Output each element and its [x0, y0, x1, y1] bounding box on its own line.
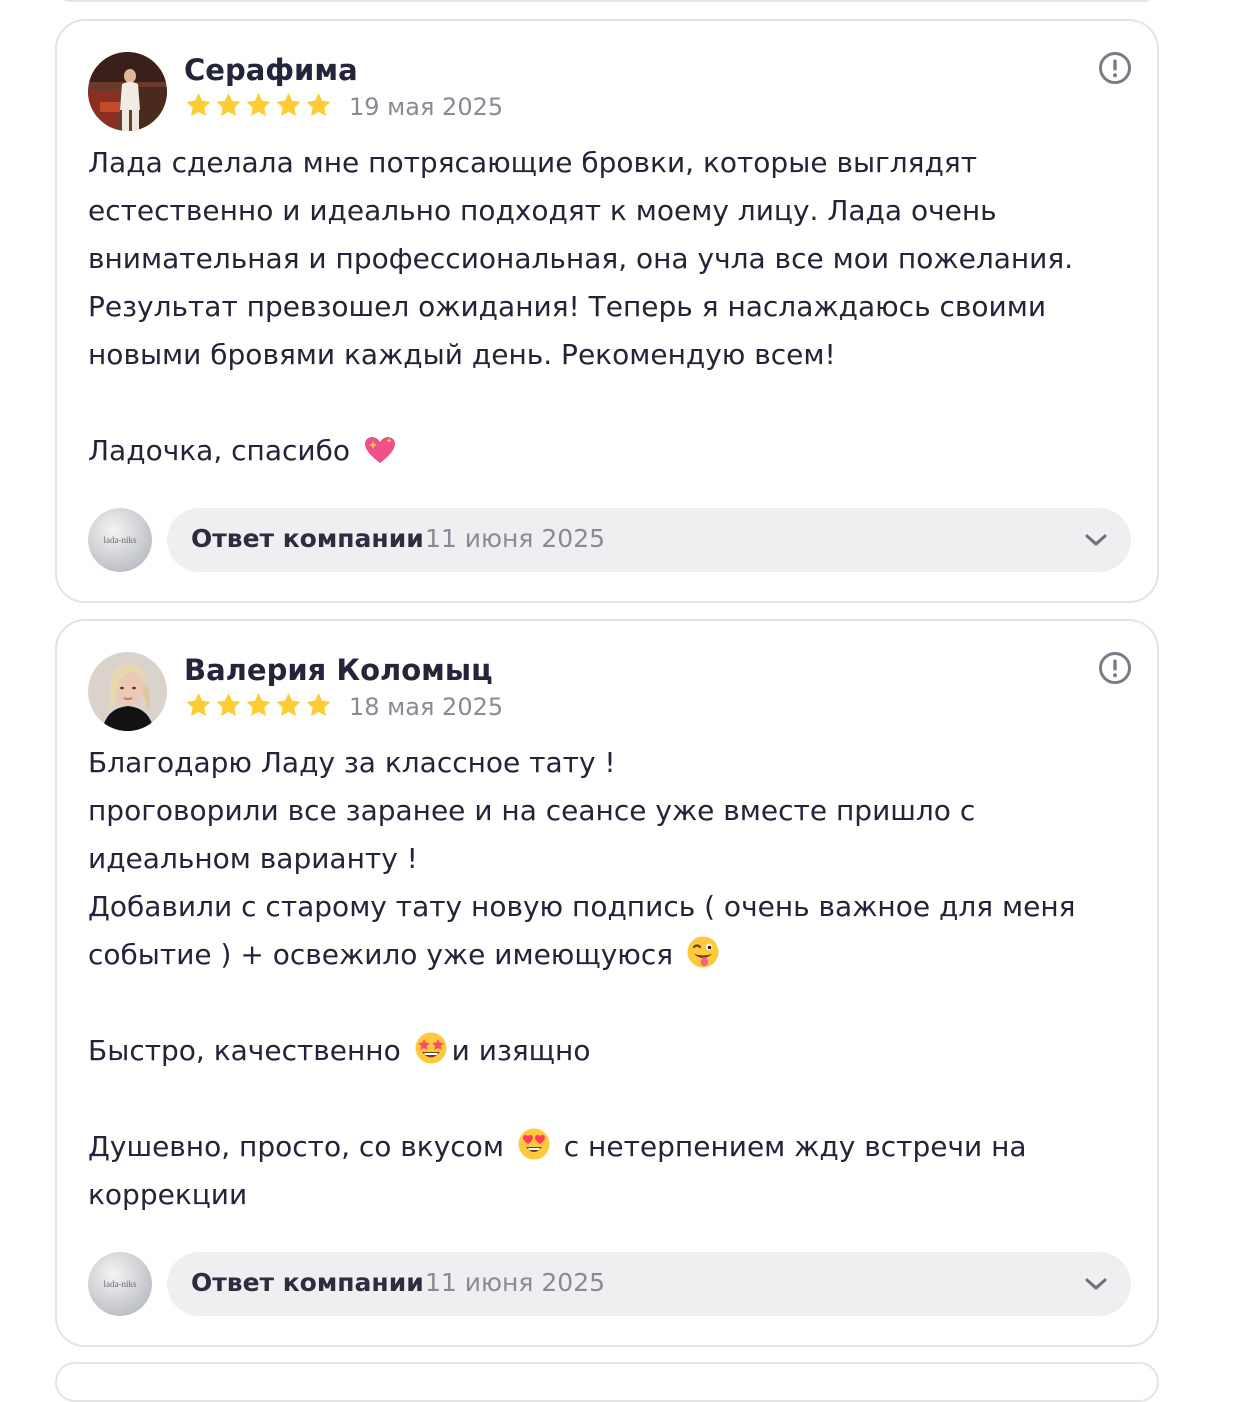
rating-stars — [184, 91, 333, 119]
review-paragraph: Ладочка, спасибо — [88, 427, 1098, 475]
sparkling-heart-emoji — [363, 435, 397, 465]
review-card: Валерия Коломыц 18 мая 2025 Благодарю Ла… — [55, 619, 1159, 1347]
company-reply-row: lada-niks Ответ компании 11 июня 2025 — [88, 1252, 1132, 1316]
svg-text:lada-niks: lada-niks — [104, 535, 137, 545]
reviewer-avatar[interactable] — [88, 652, 167, 731]
review-card-partial — [55, 0, 1159, 2]
star-icon — [274, 91, 303, 119]
star-icon — [304, 691, 333, 719]
review-paragraph: Лада сделала мне потрясающие бровки, кот… — [88, 146, 1074, 371]
star-icon — [214, 91, 243, 119]
rating-stars — [184, 691, 333, 719]
review-line: Быстро, качественно и изящно — [88, 1027, 1098, 1075]
star-icon — [244, 691, 273, 719]
company-avatar: lada-niks — [88, 508, 152, 572]
star-icon — [274, 691, 303, 719]
reply-label: Ответ компании — [191, 1268, 424, 1297]
star-icon — [214, 691, 243, 719]
review-line: Добавили с старому тату новую подпись ( … — [88, 883, 1098, 979]
review-card-partial — [55, 1362, 1159, 1402]
review-paragraph-text: Ладочка, спасибо — [88, 434, 350, 467]
company-reply-toggle[interactable]: Ответ компании 11 июня 2025 — [167, 508, 1131, 572]
reviewer-name[interactable]: Валерия Коломыц — [184, 653, 493, 687]
company-reply-row: lada-niks Ответ компании 11 июня 2025 — [88, 508, 1132, 572]
reply-label: Ответ компании — [191, 524, 424, 553]
star-icon — [304, 91, 333, 119]
reviewer-name[interactable]: Серафима — [184, 53, 358, 87]
review-date: 18 мая 2025 — [349, 693, 504, 721]
star-icon — [184, 91, 213, 119]
review-line-text: Добавили с старому тату новую подпись ( … — [88, 890, 1076, 971]
reply-date: 11 июня 2025 — [425, 1268, 606, 1297]
review-line: Душевно, просто, со вкусом с нетерпением… — [88, 1123, 1098, 1219]
exclamation-circle-icon[interactable] — [1098, 651, 1132, 685]
review-card: Серафима 19 мая 2025 Лада сделала мне по… — [55, 19, 1159, 603]
exclamation-circle-icon[interactable] — [1098, 51, 1132, 85]
review-date: 19 мая 2025 — [349, 93, 504, 121]
review-line: проговорили все заранее и на сеансе уже … — [88, 794, 976, 875]
review-text: Лада сделала мне потрясающие бровки, кот… — [88, 139, 1098, 475]
star-icon — [184, 691, 213, 719]
review-text: Благодарю Ладу за классное тату ! прогов… — [88, 739, 1098, 1219]
review-line: Благодарю Ладу за классное тату ! — [88, 746, 616, 779]
chevron-down-icon[interactable] — [1083, 1272, 1109, 1296]
smiling-face-with-heart-eyes-emoji — [517, 1127, 551, 1161]
reviewer-avatar[interactable] — [88, 52, 167, 131]
winking-face-with-tongue-emoji — [686, 935, 720, 969]
reply-date: 11 июня 2025 — [425, 524, 606, 553]
company-avatar: lada-niks — [88, 1252, 152, 1316]
review-line-text: Душевно, просто, со вкусом — [88, 1130, 504, 1163]
review-line-text: Быстро, качественно — [88, 1034, 401, 1067]
star-struck-emoji — [414, 1031, 448, 1065]
company-reply-toggle[interactable]: Ответ компании 11 июня 2025 — [167, 1252, 1131, 1316]
star-icon — [244, 91, 273, 119]
chevron-down-icon[interactable] — [1083, 528, 1109, 552]
svg-text:lada-niks: lada-niks — [104, 1279, 137, 1289]
review-line-text: и изящно — [451, 1034, 591, 1067]
